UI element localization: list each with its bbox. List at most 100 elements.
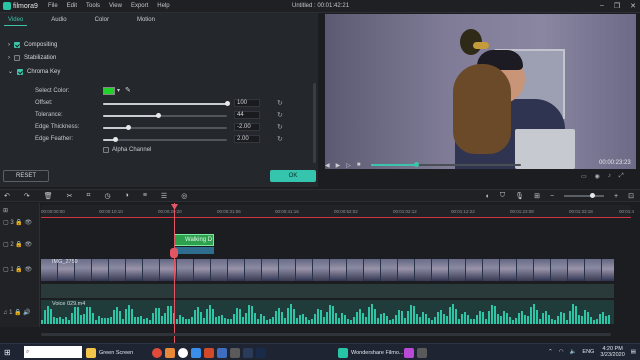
tolerance-slider[interactable] — [103, 113, 227, 118]
overlay-clip[interactable]: Walking D — [174, 234, 214, 246]
panel-scrollbar[interactable] — [313, 83, 316, 163]
crop-icon[interactable]: ⌗ — [87, 192, 91, 200]
slider-knob[interactable] — [155, 113, 161, 118]
menu-help[interactable]: Help — [157, 3, 169, 9]
eyedropper-icon[interactable]: ✎ — [125, 86, 131, 94]
minimize-button[interactable]: – — [600, 2, 604, 10]
zoom-knob[interactable] — [590, 193, 596, 198]
stop-button[interactable]: ■ — [357, 162, 361, 168]
timeline-scrollbar[interactable] — [41, 333, 611, 336]
tray-chevron-icon[interactable]: ⌃ — [548, 349, 553, 355]
slider-knob[interactable] — [113, 137, 119, 142]
slider-knob[interactable] — [125, 125, 131, 130]
camera-icon[interactable]: ◉ — [595, 173, 600, 180]
playback-progress[interactable] — [370, 162, 521, 167]
maximize-button[interactable]: ❐ — [614, 2, 620, 10]
edge-thickness-slider[interactable] — [103, 125, 227, 130]
app-icon[interactable] — [230, 347, 240, 358]
overlay-clip-audio[interactable] — [174, 247, 214, 254]
video-clip-audio[interactable] — [41, 284, 614, 298]
reset-icon[interactable]: ↻ — [277, 99, 283, 107]
photoshop-icon[interactable] — [256, 347, 266, 358]
delete-icon[interactable]: 🗑 — [44, 192, 53, 200]
play-pause-button[interactable]: ▶ — [336, 162, 341, 169]
close-button[interactable]: ✕ — [630, 2, 636, 10]
section-chroma-key[interactable]: ⌄ Chroma Key — [8, 68, 60, 75]
volume-icon[interactable]: 🔈 — [570, 349, 577, 355]
lightroom-icon[interactable] — [243, 347, 253, 358]
adjust-icon[interactable]: ☰ — [161, 192, 167, 200]
record-icon[interactable]: ◎ — [181, 192, 187, 200]
chrome-icon[interactable] — [152, 347, 162, 358]
menu-tools[interactable]: Tools — [86, 3, 100, 9]
dropdown-arrow-icon[interactable]: ▾ — [117, 87, 120, 94]
wifi-icon[interactable]: ◠ — [559, 349, 564, 355]
tab-motion[interactable]: Motion — [133, 15, 159, 26]
slider-knob[interactable] — [225, 101, 230, 106]
app-icon[interactable] — [165, 347, 175, 358]
color-icon[interactable]: ◑ — [125, 192, 129, 200]
reset-button[interactable]: RESET — [3, 170, 49, 182]
rewind-button[interactable]: ◀ — [325, 162, 330, 169]
ok-button[interactable]: OK — [270, 170, 316, 182]
alpha-channel-option[interactable]: Alpha Channel — [103, 147, 151, 153]
app-icon[interactable] — [217, 347, 227, 358]
alpha-channel-checkbox[interactable] — [103, 147, 109, 153]
menu-view[interactable]: View — [109, 3, 122, 9]
zoom-out-icon[interactable]: − — [550, 193, 554, 200]
audio-clip[interactable] — [41, 300, 614, 324]
play-button[interactable]: ▷ — [346, 162, 351, 169]
clock[interactable]: 4:20 PM 3/23/2020 — [600, 346, 624, 358]
offset-value-field[interactable]: 100 — [234, 99, 260, 107]
notifications-icon[interactable]: ▤ — [631, 349, 636, 355]
playhead[interactable] — [174, 203, 175, 343]
time-ruler[interactable]: 00:00:00:00 00:00:10:10 00:00:20:20 00:0… — [41, 205, 634, 217]
taskbar-search[interactable]: ⌕ — [24, 346, 82, 358]
menu-edit[interactable]: Edit — [67, 3, 77, 9]
chroma-key-checkbox[interactable] — [17, 68, 24, 75]
render-icon[interactable]: ◐ — [486, 193, 490, 200]
taskbar-item-filmora[interactable]: Wondershare Filmo... — [338, 347, 403, 358]
monitor-icon[interactable]: ▭ — [581, 173, 587, 180]
video-clip[interactable] — [41, 259, 614, 281]
snap-icon[interactable]: ⊞ — [534, 192, 540, 200]
menu-export[interactable]: Export — [131, 3, 148, 9]
progress-knob[interactable] — [413, 162, 419, 167]
volume-icon[interactable]: ♪ — [608, 173, 611, 180]
menu-file[interactable]: File — [48, 3, 58, 9]
taskbar-item-green-screen[interactable]: Green Screen — [86, 347, 133, 358]
powerpoint-icon[interactable] — [204, 347, 214, 358]
cut-icon[interactable]: ✂ — [67, 192, 73, 200]
fit-icon[interactable]: ⊡ — [628, 192, 634, 200]
app-icon[interactable] — [417, 347, 427, 358]
zoom-slider[interactable] — [564, 193, 605, 198]
app-icon[interactable] — [191, 347, 201, 358]
scissors-icon[interactable] — [170, 248, 178, 258]
tab-audio[interactable]: Audio — [47, 15, 70, 26]
video-preview[interactable] — [325, 14, 636, 169]
tolerance-value-field[interactable]: 44 — [234, 111, 260, 119]
zoom-in-icon[interactable]: + — [614, 193, 618, 200]
stabilization-checkbox[interactable] — [14, 55, 20, 61]
section-compositing[interactable]: › Compositing — [8, 42, 57, 48]
app-icon[interactable] — [178, 347, 188, 358]
tab-color[interactable]: Color — [91, 15, 113, 26]
section-stabilization[interactable]: › Stabilization — [8, 55, 56, 61]
undo-icon[interactable]: ↶ — [4, 192, 10, 200]
language-indicator[interactable]: ENG — [582, 349, 594, 355]
start-button[interactable]: ⊞ — [4, 347, 11, 358]
tab-video[interactable]: Video — [4, 15, 28, 26]
color-swatch[interactable] — [103, 87, 115, 95]
mic-icon[interactable]: 🎙 — [515, 192, 524, 200]
redo-icon[interactable]: ↷ — [24, 192, 30, 200]
speed-icon[interactable]: ◷ — [104, 192, 110, 200]
edge-thickness-value-field[interactable]: -2.00 — [234, 123, 260, 131]
app-icon[interactable] — [404, 347, 414, 358]
edge-feather-slider[interactable] — [103, 137, 227, 142]
fullscreen-icon[interactable]: ⤢ — [619, 173, 624, 180]
edge-feather-value-field[interactable]: 2.00 — [234, 135, 260, 143]
add-track-icon[interactable]: ⊞ — [3, 207, 8, 214]
audio-mixer-icon[interactable]: ≡ — [143, 192, 147, 200]
marker-icon[interactable]: ⛉ — [500, 192, 505, 200]
reset-icon[interactable]: ↻ — [277, 135, 283, 143]
